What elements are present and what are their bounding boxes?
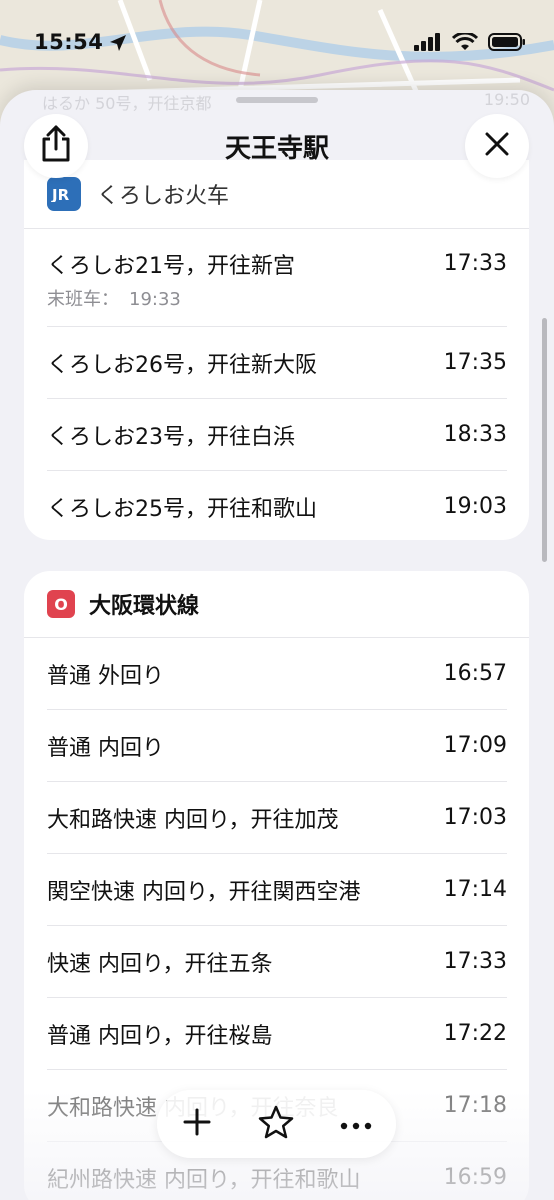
train-name: 普通 内回り <box>47 735 164 761</box>
departure-time: 17:09 <box>443 733 507 758</box>
departure-row[interactable]: 快速 内回り，开往五条 17:33 <box>47 926 507 998</box>
departure-time: 17:14 <box>443 877 507 902</box>
svg-text:JR: JR <box>51 186 70 202</box>
more-button[interactable] <box>331 1099 381 1149</box>
train-name: 普通 内回り，开往桜島 <box>47 1023 273 1049</box>
departure-time: 17:33 <box>443 949 507 974</box>
status-time: 15:54 <box>34 30 104 54</box>
train-name: 関空快速 内回り，开往関西空港 <box>47 879 361 905</box>
section-card-kuroshio: JR くろしお火车 くろしお21号，开往新宫 17:33 末班车： 19:33 く… <box>24 160 529 540</box>
departure-row[interactable]: くろしお21号，开往新宫 17:33 末班车： 19:33 <box>47 229 507 327</box>
departure-row[interactable]: 関空快速 内回り，开往関西空港 17:14 <box>47 854 507 926</box>
scroll-indicator[interactable] <box>542 318 547 562</box>
departure-row[interactable]: くろしお25号，开往和歌山 19:03 <box>47 471 507 540</box>
departure-row[interactable]: 大和路快速 内回り，开往加茂 17:03 <box>47 782 507 854</box>
jr-logo-icon: JR <box>47 177 81 211</box>
train-name: くろしお21号，开往新宫 <box>47 253 295 279</box>
wifi-icon <box>451 31 479 55</box>
section-title: 大阪環状線 <box>89 594 200 619</box>
plus-icon <box>182 1107 212 1141</box>
star-icon <box>258 1105 294 1143</box>
last-train-note: 末班车： 19:33 <box>47 289 181 310</box>
train-name: くろしお23号，开往白浜 <box>47 424 295 450</box>
close-icon <box>484 131 510 161</box>
departure-row[interactable]: 普通 内回り 17:09 <box>47 710 507 782</box>
battery-icon <box>488 33 526 55</box>
scrolled-row-ghost: はるか 50号，开往京都 19:50 <box>42 90 530 113</box>
cellular-signal-icon <box>414 33 442 55</box>
departure-row[interactable]: くろしお23号，开往白浜 18:33 <box>47 399 507 471</box>
departure-time: 16:59 <box>443 1165 507 1190</box>
departure-time: 17:35 <box>443 350 507 375</box>
departure-row[interactable]: くろしお26号，开往新大阪 17:35 <box>47 327 507 399</box>
departure-time: 16:57 <box>443 661 507 686</box>
departure-time: 17:18 <box>443 1093 507 1118</box>
station-sheet: はるか 50号，开往京都 19:50 天王寺駅 JR くろしお火车 くろしお21… <box>0 90 554 1200</box>
departure-time: 17:22 <box>443 1021 507 1046</box>
departure-time: 17:33 <box>443 251 507 276</box>
section-header: JR くろしお火车 <box>24 160 529 229</box>
section-title: くろしお火车 <box>97 184 230 209</box>
train-name: 普通 外回り <box>47 663 164 689</box>
departure-row[interactable]: 普通 内回り，开往桜島 17:22 <box>47 998 507 1070</box>
departure-time: 18:33 <box>443 422 507 447</box>
train-name: くろしお26号，开往新大阪 <box>47 352 317 378</box>
add-button[interactable] <box>172 1099 222 1149</box>
bottom-toolbar <box>157 1090 396 1158</box>
train-name: 大和路快速 内回り，开往加茂 <box>47 807 339 833</box>
departure-row[interactable]: 普通 外回り 16:57 <box>47 638 507 710</box>
osaka-loop-line-icon: O <box>47 590 75 618</box>
train-name: 紀州路快速 内回り，开往和歌山 <box>47 1167 361 1193</box>
more-icon <box>340 1115 372 1134</box>
close-button[interactable] <box>465 114 529 178</box>
train-name: 快速 内回り，开往五条 <box>47 951 273 977</box>
status-bar: 15:54 <box>0 0 554 80</box>
departure-time: 19:03 <box>443 494 507 519</box>
departure-time: 17:03 <box>443 805 507 830</box>
favorite-button[interactable] <box>251 1099 301 1149</box>
train-name: くろしお25号，开往和歌山 <box>47 496 317 522</box>
section-header: O 大阪環状線 <box>24 571 529 638</box>
location-arrow-icon <box>108 33 128 57</box>
